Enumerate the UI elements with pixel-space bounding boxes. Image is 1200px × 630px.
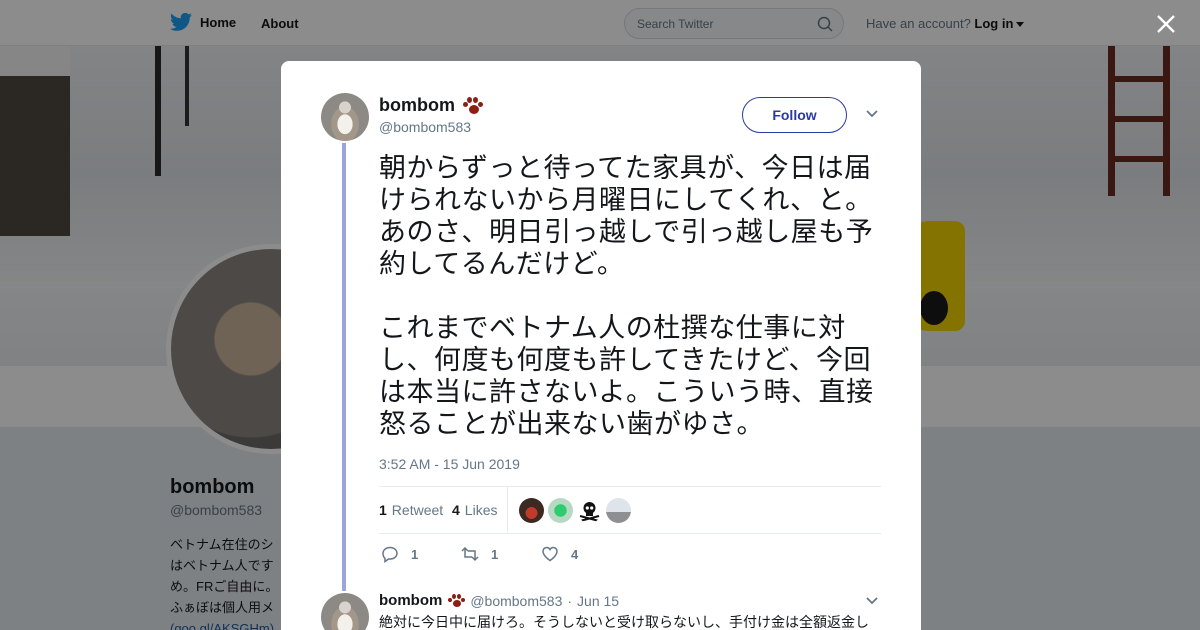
- reply-separator: ·: [567, 592, 573, 609]
- likes-stat-label: Likes: [464, 502, 498, 518]
- liker-avatar[interactable]: [577, 498, 602, 523]
- tweet-paragraph: 朝からずっと待ってた家具が、今日は届けられないから月曜日にしてくれ、と。あのさ、…: [379, 153, 874, 280]
- retweet-count: 1: [379, 502, 387, 518]
- follow-button[interactable]: Follow: [742, 97, 847, 133]
- tweet-timestamp[interactable]: 3:52 AM - 15 Jun 2019: [379, 456, 520, 472]
- chevron-down-icon[interactable]: [865, 109, 879, 119]
- heart-icon: [542, 546, 558, 562]
- retweet-stat[interactable]: 1 Retweet: [379, 502, 443, 518]
- reply-author-name[interactable]: bombom: [379, 592, 442, 609]
- retweet-action-count: 1: [491, 546, 499, 562]
- retweet-stat-label: Retweet: [391, 502, 444, 518]
- retweet-action[interactable]: 1: [461, 545, 498, 563]
- reply-author-avatar[interactable]: [321, 593, 369, 630]
- tweet-actions: 1 1 4: [379, 545, 679, 565]
- liker-avatar[interactable]: [606, 498, 631, 523]
- tweet-stats: 1 Retweet 4 Likes: [379, 486, 881, 534]
- reply-date[interactable]: Jun 15: [577, 593, 619, 609]
- tweet-paragraph: これまでベトナム人の杜撰な仕事に対し、何度も何度も許してきたけど、今回は本当に許…: [379, 313, 874, 440]
- stats-divider: [507, 487, 508, 534]
- liker-avatar[interactable]: [519, 498, 544, 523]
- author-handle[interactable]: @bombom583: [379, 119, 471, 135]
- reply-action[interactable]: 1: [381, 545, 418, 563]
- reply-header: bombom @bombom583 · Jun 15: [379, 592, 619, 609]
- reply-text: 絶対に今日中に届けろ。そうしないと受け取らないし、手付け金は全額返金し: [379, 615, 869, 630]
- author-avatar[interactable]: [321, 93, 369, 141]
- skull-icon: [579, 502, 600, 522]
- paw-icon: [461, 96, 483, 116]
- tweet-text: 朝からずっと待ってた家具が、今日は届けられないから月曜日にしてくれ、と。あのさ、…: [379, 153, 883, 473]
- like-action[interactable]: 4: [541, 545, 578, 563]
- paw-icon: [447, 593, 466, 609]
- reply-icon: [382, 546, 398, 563]
- liker-avatar[interactable]: [548, 498, 573, 523]
- chevron-down-icon[interactable]: [865, 596, 879, 606]
- author-name-text: bombom: [379, 95, 455, 115]
- reply-count: 1: [411, 546, 419, 562]
- like-count: 4: [452, 502, 460, 518]
- reply-author-handle[interactable]: @bombom583: [470, 593, 562, 609]
- liker-avatars: [519, 498, 631, 523]
- tweet-modal: bombom @bombom583 Follow 朝からずっと待ってた家具が、今…: [281, 61, 921, 630]
- author-name[interactable]: bombom: [379, 95, 483, 116]
- thread-line: [342, 143, 346, 591]
- likes-stat[interactable]: 4 Likes: [452, 502, 497, 518]
- retweet-icon: [461, 546, 479, 562]
- like-action-count: 4: [571, 546, 579, 562]
- close-icon[interactable]: [1154, 12, 1178, 36]
